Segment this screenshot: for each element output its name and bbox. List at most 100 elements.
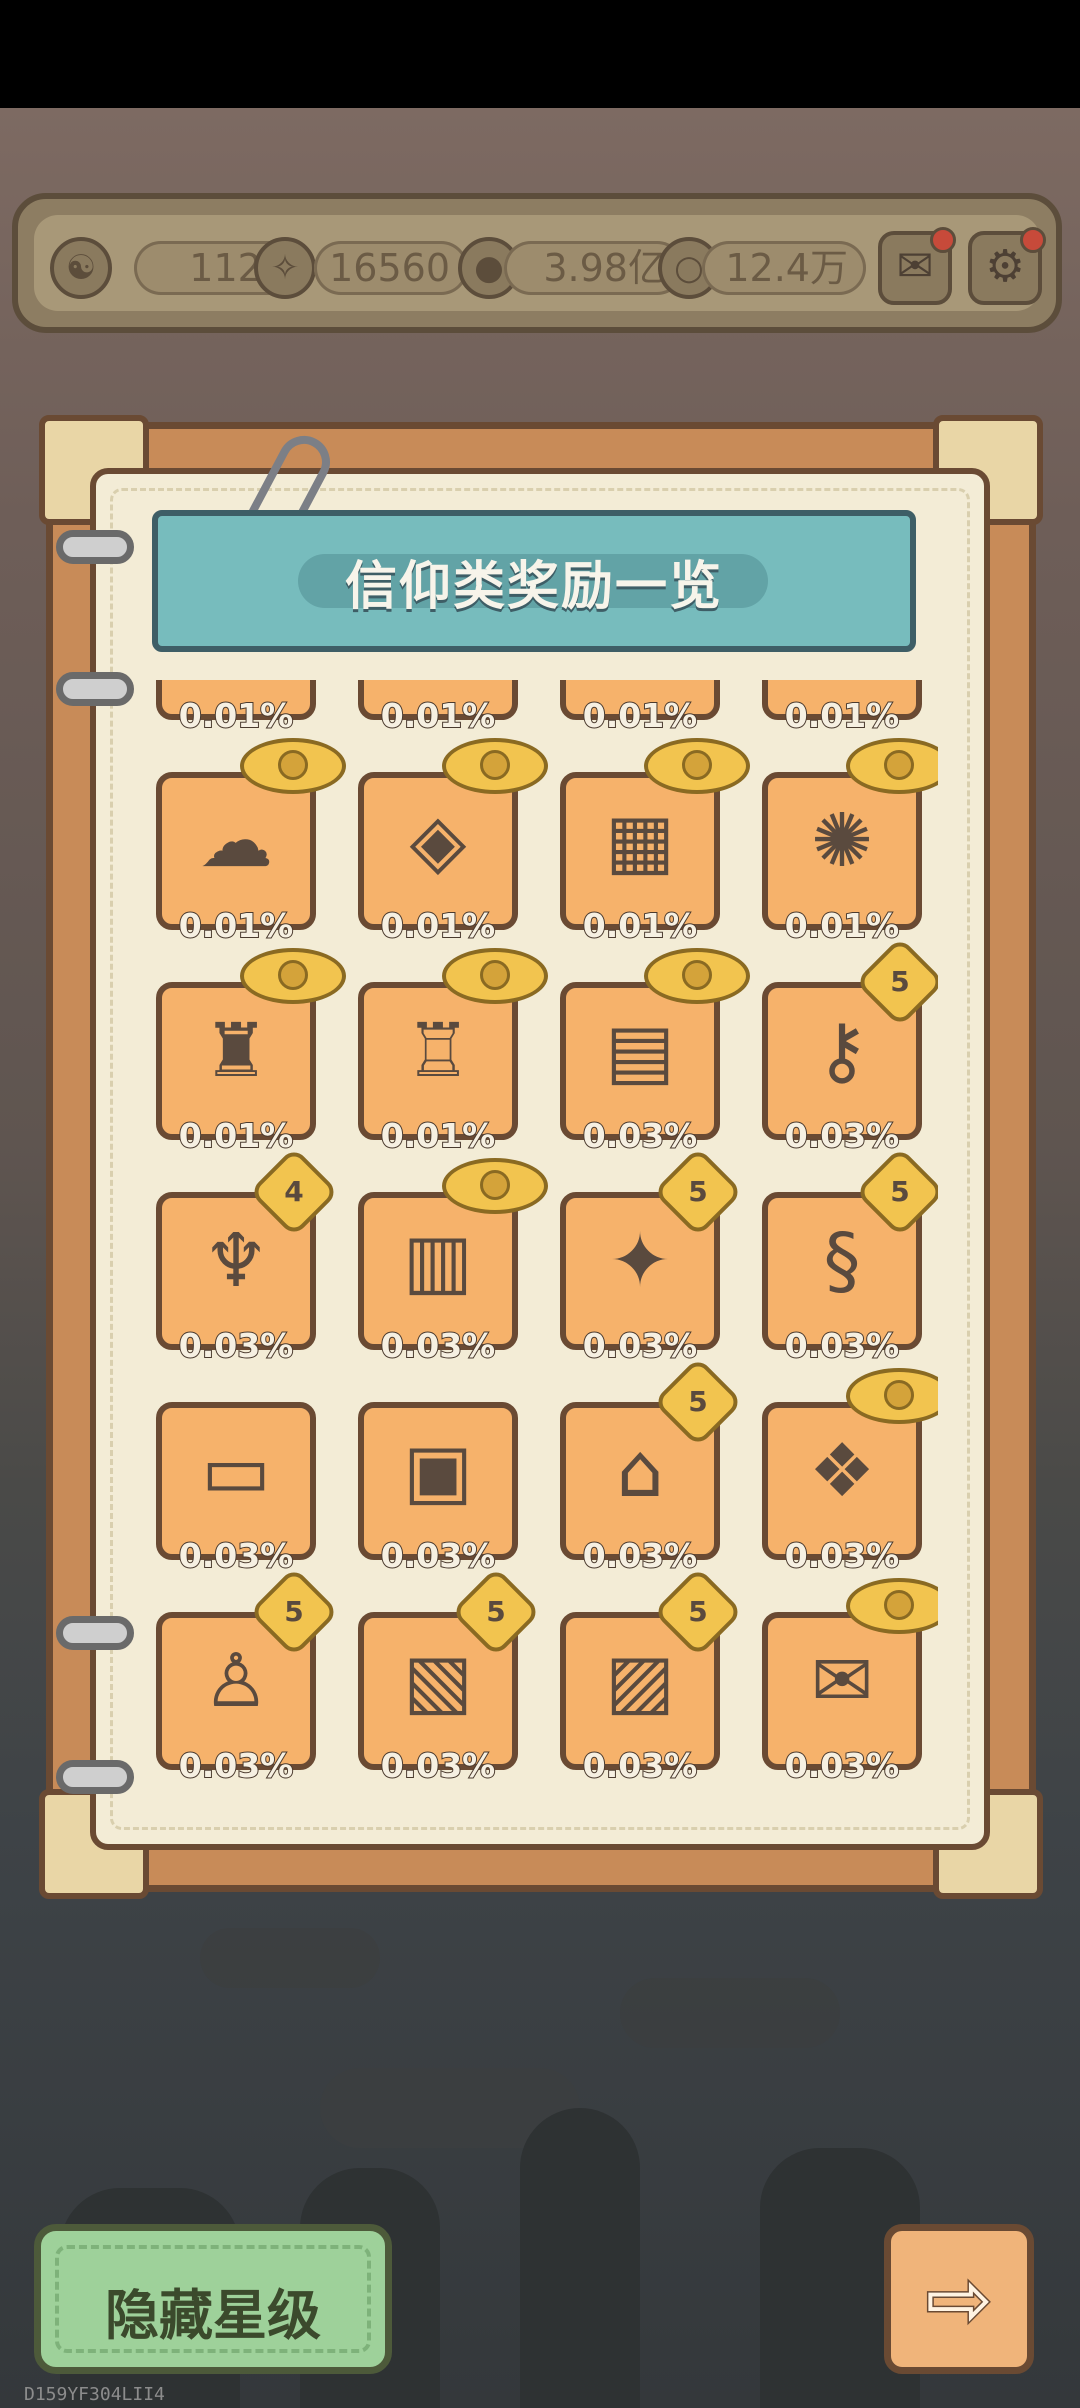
gem-amulet-icon: ◈ [409, 798, 467, 884]
bubble-b-value: 12.4万 [702, 241, 866, 295]
hide-stars-label: 隐藏星级 [105, 2284, 321, 2347]
reward-probability: 0.03% [784, 1535, 901, 1576]
star-level-value: 4 [284, 1175, 304, 1208]
reward-item-chalice[interactable]: ♆ 4 0.03% [152, 1146, 340, 1380]
reward-item-red-tome[interactable]: ▤ 0.03% [556, 948, 750, 1170]
statue-icon: ♙ [202, 1638, 270, 1724]
cloud-scarf-icon: ☁ [199, 798, 273, 884]
reward-probability: 0.03% [582, 1325, 699, 1366]
old-map-icon: ✉ [810, 1638, 873, 1724]
reward-probability: 0.01% [784, 695, 901, 736]
winged-eye-badge-icon [442, 738, 548, 794]
reward-item-diagram-book[interactable]: ▣ 0.03% [354, 1390, 522, 1590]
reward-probability: 0.01% [582, 695, 699, 736]
panel-title: 信仰类奖励一览 [344, 557, 723, 617]
silver-key-icon: ⚷ [814, 1008, 870, 1094]
resource-bar: ☯ 1121 ✧ 16560 ● 3.98亿 ○ 12.4万 ✉ ⚙ [12, 193, 1062, 333]
crystal-icon: ✦ [608, 1218, 671, 1304]
stone-tablet-icon: ▦ [605, 798, 675, 884]
star-level-value: 5 [688, 1175, 708, 1208]
reward-probability: 0.03% [784, 1745, 901, 1786]
reward-probability: 0.03% [380, 1535, 497, 1576]
binder-ring [56, 1760, 134, 1794]
star-level-value: 5 [284, 1595, 304, 1628]
winged-eye-badge-icon [240, 948, 346, 1004]
chalice-icon: ♆ [202, 1218, 270, 1304]
golden-throne-icon: ♖ [404, 1008, 472, 1094]
yin-yang-icon[interactable]: ☯ [50, 237, 112, 299]
winged-eye-badge-icon [644, 738, 750, 794]
reward-probability: 0.01% [178, 695, 295, 736]
shrine-icon: ⌂ [616, 1428, 664, 1514]
reward-item-gem-amulet[interactable]: ◈ 0.01% [354, 738, 548, 960]
reward-item-serpent-staff[interactable]: § 5 0.03% [758, 1146, 938, 1380]
reward-item-stone-tablet[interactable]: ▦ 0.01% [556, 738, 750, 960]
star-level-value: 5 [688, 1595, 708, 1628]
reward-probability: 0.01% [582, 905, 699, 946]
star-level-value: 5 [688, 1385, 708, 1418]
binder-ring [56, 672, 134, 706]
reward-probability: 0.03% [582, 1535, 699, 1576]
open-book-icon: ▭ [201, 1428, 271, 1514]
reward-probability: 0.03% [784, 1115, 901, 1156]
mail-icon: ✉ [896, 241, 934, 292]
reward-probability: 0.03% [380, 1325, 497, 1366]
reward-item-statue[interactable]: ♙ 5 0.03% [152, 1566, 340, 1790]
serpent-staff-icon: § [823, 1218, 861, 1304]
reward-item-peacock-fan[interactable]: ✺ 0.01% [758, 738, 938, 960]
reward-item-painting[interactable]: ▧ 5 0.03% [354, 1566, 542, 1790]
icon-painting-icon: ▨ [605, 1638, 675, 1724]
title-banner: 信仰类奖励一览 [152, 510, 916, 652]
mail-button[interactable]: ✉ [878, 227, 956, 305]
gear-icon: ⚙ [985, 241, 1025, 292]
settings-button[interactable]: ⚙ [968, 227, 1046, 305]
reward-probability: 0.01% [178, 905, 295, 946]
reward-probability: 0.01% [178, 1115, 295, 1156]
swirl-icon: ✧ [254, 237, 316, 299]
reward-item-shrine[interactable]: ⌂ 5 0.03% [556, 1356, 744, 1590]
parchment-icon: ▥ [403, 1218, 473, 1304]
reward-probability: 0.03% [582, 1115, 699, 1156]
reward-item-golden-throne[interactable]: ♖ 0.01% [354, 948, 548, 1170]
reward-item-parchment[interactable]: ▥ 0.03% [354, 1158, 548, 1380]
binder-ring [56, 1616, 134, 1650]
status-bar [0, 0, 1080, 108]
winged-eye-badge-icon [240, 738, 346, 794]
reward-probability: 0.01% [380, 905, 497, 946]
reward-item-bronze-vessel[interactable]: ♜ 0.01% [152, 948, 346, 1170]
peacock-fan-icon: ✺ [810, 798, 873, 884]
bubble-a-value: 3.98亿 [504, 241, 684, 295]
right-arrow-icon: ⇨ [924, 2252, 994, 2348]
winged-eye-badge-icon [442, 948, 548, 1004]
bronze-vessel-icon: ♜ [202, 1008, 270, 1094]
reward-probability: 0.03% [582, 1745, 699, 1786]
reward-probability: 0.03% [380, 1745, 497, 1786]
reward-probability: 0.03% [178, 1535, 295, 1576]
reward-probability: 0.03% [784, 1325, 901, 1366]
notification-dot [1020, 227, 1046, 253]
spell-book-icon: ❖ [808, 1428, 876, 1514]
reward-probability: 0.01% [380, 1115, 497, 1156]
winged-eye-badge-icon [644, 948, 750, 1004]
reward-probability: 0.01% [380, 695, 497, 736]
reward-item-old-map[interactable]: ✉ 0.03% [758, 1578, 938, 1790]
reward-item-cloud-scarf[interactable]: ☁ 0.01% [152, 738, 346, 960]
star-level-value: 5 [890, 1175, 910, 1208]
reward-probability: 0.03% [178, 1325, 295, 1366]
spirit-currency-value: 16560 [314, 241, 468, 295]
star-level-value: 5 [486, 1595, 506, 1628]
reward-probability: 0.03% [178, 1745, 295, 1786]
hide-stars-button[interactable]: 隐藏星级 [34, 2224, 392, 2374]
reward-item-spell-book[interactable]: ❖ 0.03% [758, 1368, 938, 1590]
reward-item-silver-key[interactable]: ⚷ 5 0.03% [758, 936, 938, 1170]
device-watermark: D159YF304LII4 [24, 2384, 165, 2405]
binder-ring [56, 530, 134, 564]
notification-dot [930, 227, 956, 253]
reward-grid[interactable]: ◆0.01%◆0.01%◆0.01%◆0.01%☁0.01%◈0.01%▦0.0… [148, 680, 938, 1790]
reward-item-open-book[interactable]: ▭ 0.03% [152, 1390, 320, 1590]
next-arrow-button[interactable]: ⇨ [884, 2224, 1034, 2374]
red-tome-icon: ▤ [605, 1008, 675, 1094]
reward-item-crystal[interactable]: ✦ 5 0.03% [556, 1146, 744, 1380]
reward-item-icon-painting[interactable]: ▨ 5 0.03% [556, 1566, 744, 1790]
diagram-book-icon: ▣ [403, 1428, 473, 1514]
